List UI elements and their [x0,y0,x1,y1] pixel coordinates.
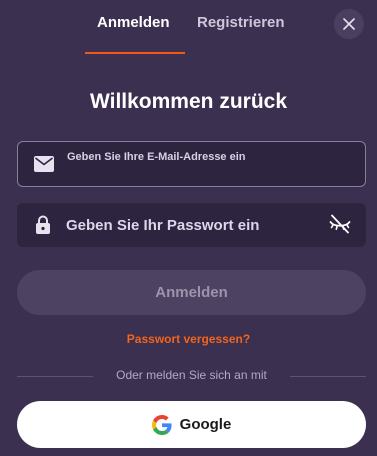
forgot-password-link[interactable]: Passwort vergessen? [0,332,377,346]
email-field[interactable] [17,141,366,187]
divider-text: Oder melden Sie sich an mit [116,368,267,382]
email-input[interactable] [67,149,347,165]
password-input[interactable] [66,215,316,235]
close-icon [343,18,355,30]
envelope-icon [34,156,54,172]
lock-icon [36,215,50,234]
tab-login[interactable]: Anmelden [97,14,170,31]
auth-tabs: Anmelden Registrieren [0,0,377,56]
divider: Oder melden Sie sich an mit [17,368,366,384]
active-tab-indicator [85,52,185,54]
divider-line-right [290,376,366,377]
login-modal: Anmelden Registrieren Willkommen zurück [0,0,377,456]
eye-off-icon[interactable] [329,214,351,234]
google-icon [151,414,172,435]
google-login-button[interactable]: Google [17,401,366,448]
page-title: Willkommen zurück [89,90,288,113]
google-button-label: Google [179,416,232,433]
close-button[interactable] [334,9,364,39]
tab-register[interactable]: Registrieren [197,14,285,31]
login-button[interactable]: Anmelden [17,270,366,315]
password-field[interactable] [17,203,366,247]
